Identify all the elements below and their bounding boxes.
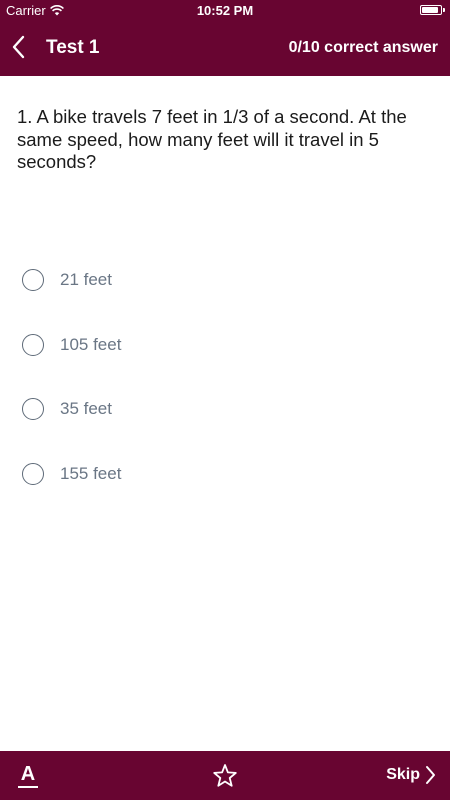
score-label: 0/10 correct answer (288, 39, 438, 56)
status-bar: Carrier 10:52 PM (0, 0, 450, 22)
question-text: 1. A bike travels 7 feet in 1/3 of a sec… (17, 106, 407, 172)
font-size-button[interactable]: A (18, 764, 38, 788)
page-title: Test 1 (46, 37, 100, 58)
chevron-right-icon (426, 766, 435, 784)
answer-label: 21 feet (60, 270, 112, 289)
battery-icon (420, 5, 445, 15)
radio-button[interactable] (22, 333, 44, 356)
skip-label: Skip (386, 766, 420, 783)
status-time: 10:52 PM (196, 3, 254, 18)
font-underline (18, 786, 38, 788)
answer-option[interactable]: 155 feet (0, 441, 450, 506)
back-button[interactable] (8, 34, 32, 60)
radio-button[interactable] (22, 462, 44, 485)
answer-label: 35 feet (60, 399, 112, 418)
bottom-toolbar: A Skip (0, 751, 450, 800)
top-bar: Carrier 10:52 PM Test 1 0/10 correct ans… (0, 0, 450, 76)
answer-label: 105 feet (60, 334, 122, 354)
skip-button[interactable]: Skip (386, 765, 436, 785)
favorite-button[interactable] (212, 763, 238, 789)
radio-button[interactable] (22, 398, 44, 420)
answer-list: 21 feet 105 feet 35 feet 155 feet (0, 247, 450, 505)
quiz-screen: Carrier 10:52 PM Test 1 0/10 correct ans… (0, 0, 450, 800)
answer-option[interactable]: 21 feet (0, 247, 450, 312)
chevron-left-icon (12, 35, 25, 59)
answer-option[interactable]: 35 feet (0, 376, 450, 441)
answer-option[interactable]: 105 feet (0, 312, 450, 377)
radio-button[interactable] (22, 269, 44, 291)
answer-label: 155 feet (60, 463, 122, 483)
star-outline-icon (213, 764, 237, 787)
font-size-icon: A (20, 763, 36, 785)
nav-bar: Test 1 0/10 correct answer (0, 22, 450, 76)
